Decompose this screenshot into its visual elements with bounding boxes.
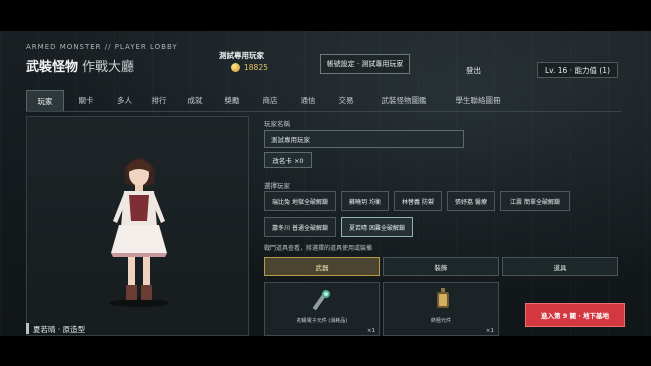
coin-balance: 18825 xyxy=(244,63,268,72)
letterbox-bottom xyxy=(0,336,651,366)
tab-student-directory[interactable]: 學生聯絡圖冊 xyxy=(443,90,513,111)
player-option-ruibi[interactable]: 瑞比兔 地獄全破解鎖 xyxy=(264,191,336,211)
item-quantity: ×1 xyxy=(366,328,375,334)
player-option-zhang[interactable]: 張妤荔 醫療 xyxy=(447,191,495,211)
category-items[interactable]: 道具 xyxy=(502,257,618,276)
tab-trade[interactable]: 交易 xyxy=(327,90,365,111)
item-quantity: ×1 xyxy=(485,328,494,334)
tab-messages[interactable]: 通信 xyxy=(289,90,327,111)
category-weapons[interactable]: 武器 xyxy=(264,257,380,276)
character-preview-panel xyxy=(26,116,249,336)
tab-achievements[interactable]: 成就 xyxy=(177,90,213,111)
page-title: 武裝怪物 作戰大廳 xyxy=(26,56,134,75)
player-name-label: 玩家名稱 xyxy=(264,120,290,128)
character-name: 夏若晴 · 原造型 xyxy=(33,325,86,334)
player-option-su[interactable]: 蘇曉玥 均衡 xyxy=(341,191,389,211)
tab-ranking[interactable]: 排行 xyxy=(141,90,177,111)
player-option-xiao[interactable]: 蕭冬川 普通全破解鎖 xyxy=(264,217,336,237)
rename-card-button[interactable]: 改名卡 ×0 xyxy=(264,152,312,168)
player-option-xia[interactable]: 夏若晴 困難全破解鎖 xyxy=(341,217,413,237)
item-name: 終極元件 xyxy=(430,318,451,324)
tab-stages[interactable]: 關卡 xyxy=(64,90,108,111)
item-slot[interactable]: 終極元件 ×1 xyxy=(383,282,499,336)
electronic-component-icon xyxy=(312,290,330,311)
ultimate-component-icon xyxy=(437,288,449,308)
game-title: 武裝怪物 xyxy=(26,60,79,75)
main-tabs: 玩家 關卡 多人 排行 成就 獎勵 商店 通信 交易 武裝怪物圖鑑 學生聯絡圖冊 xyxy=(26,90,621,112)
tab-shop[interactable]: 商店 xyxy=(251,90,289,111)
player-name: 測試專用玩家 xyxy=(219,51,264,60)
letterbox-top xyxy=(0,0,651,31)
eyebrow-label: ARMED MONSTER // PLAYER LOBBY xyxy=(26,43,178,51)
tab-multiplayer[interactable]: 多人 xyxy=(108,90,141,111)
character-name-accent xyxy=(26,323,29,334)
category-accessories[interactable]: 裝飾 xyxy=(383,257,499,276)
character-portrait xyxy=(109,158,169,307)
item-name: 初級電子元件 (消耗品) xyxy=(296,318,348,324)
tab-rewards[interactable]: 獎勵 xyxy=(213,90,251,111)
account-settings-button[interactable]: 帳號設定 · 測試專用玩家 xyxy=(320,54,410,74)
select-player-label: 選擇玩家 xyxy=(264,182,290,190)
player-name-input[interactable]: 測試專用玩家 xyxy=(264,130,464,148)
lobby-screen: ARMED MONSTER // PLAYER LOBBY 武裝怪物 作戰大廳 測… xyxy=(0,31,651,336)
enter-stage-button[interactable]: 進入第 9 關 · 地下基地 xyxy=(525,303,625,327)
item-slot[interactable]: 初級電子元件 (消耗品) ×1 xyxy=(264,282,380,336)
equip-hint: 戰鬥道具查看，將選擇的道具使用或裝備 xyxy=(264,245,373,252)
tab-monster-codex[interactable]: 武裝怪物圖鑑 xyxy=(365,90,443,111)
coin-icon xyxy=(231,63,240,72)
level-badge[interactable]: Lv. 16 · 能力值 (1) xyxy=(537,62,618,78)
player-option-lin[interactable]: 林替義 防禦 xyxy=(394,191,442,211)
logout-button[interactable]: 登出 xyxy=(466,65,481,76)
player-option-jiang[interactable]: 江震 簡單全破解鎖 xyxy=(500,191,570,211)
page-subtitle: 作戰大廳 xyxy=(82,60,135,75)
tab-player[interactable]: 玩家 xyxy=(26,90,64,111)
